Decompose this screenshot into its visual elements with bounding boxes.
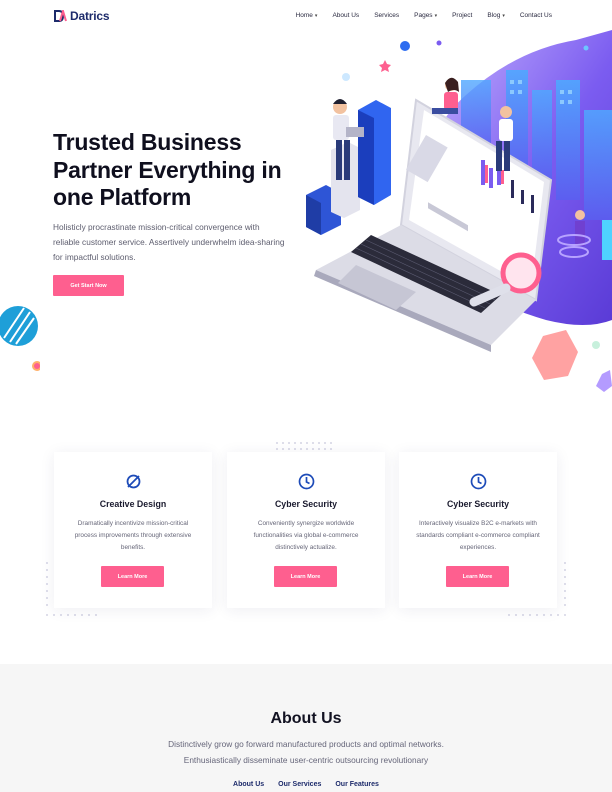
design-icon: [126, 474, 141, 489]
nav-label: Project: [452, 12, 473, 19]
learn-more-button[interactable]: Learn More: [274, 566, 337, 587]
card-title: Cyber Security: [274, 499, 338, 509]
nav-item-home[interactable]: Home ▾: [296, 12, 318, 19]
card-title: Creative Design: [99, 499, 167, 509]
feature-card: Creative Design Dramatically incentivize…: [54, 452, 212, 608]
nav-item-blog[interactable]: Blog ▾: [487, 12, 505, 19]
card-description: Conveniently synergize worldwide functio…: [253, 520, 359, 551]
tab-our-services[interactable]: Our Services: [278, 781, 321, 788]
nav-item-project[interactable]: Project: [452, 12, 472, 19]
nav-label: About Us: [332, 12, 360, 19]
feature-card: Cyber Security Conveniently synergize wo…: [227, 452, 385, 608]
caret-down-icon: ▾: [314, 12, 318, 19]
hero-illustration: [306, 30, 612, 392]
dot-pattern: [276, 442, 332, 450]
nav-label: Pages: [414, 12, 433, 19]
learn-more-button[interactable]: Learn More: [101, 566, 164, 587]
hero-title: Trusted Business Partner Everything in o…: [53, 129, 282, 210]
nav-label: Services: [374, 12, 400, 19]
nav-label: Contact Us: [519, 12, 552, 19]
clock-icon: [470, 473, 487, 490]
main-menu: Home ▾ About Us Services Pages ▾ Project B…: [296, 12, 552, 19]
logo-icon: [54, 10, 67, 22]
caret-down-icon: ▾: [502, 12, 505, 19]
get-started-button[interactable]: Get Start Now: [53, 275, 124, 296]
nav-label: Blog: [487, 12, 501, 19]
feature-card: Cyber Security Interactively visualize B…: [399, 452, 557, 608]
about-section: About Us Distinctively grow go forward m…: [0, 664, 612, 792]
nav-item-pages[interactable]: Pages ▾: [414, 12, 437, 19]
learn-more-button[interactable]: Learn More: [446, 566, 509, 587]
nav-item-contact[interactable]: Contact Us: [520, 12, 552, 19]
about-tabs: About Us Our Services Our Features: [0, 781, 612, 788]
caret-down-icon: ▾: [434, 12, 438, 19]
decorative-circle-left: [0, 306, 40, 371]
card-description: Interactively visualize B2C e-markets wi…: [416, 520, 540, 551]
brand-logo[interactable]: Datrics: [54, 9, 109, 23]
nav-item-services[interactable]: Services: [374, 12, 399, 19]
nav-item-about[interactable]: About Us: [332, 12, 359, 19]
tab-our-features[interactable]: Our Features: [335, 781, 379, 788]
card-title: Cyber Security: [446, 499, 510, 509]
about-title: About Us: [270, 710, 342, 727]
tab-about-us[interactable]: About Us: [233, 781, 264, 788]
nav-label: Home: [295, 12, 313, 19]
top-navbar: Datrics Home ▾ About Us Services Pages ▾ P…: [0, 0, 612, 34]
brand-name: Datrics: [70, 9, 110, 23]
hero-description: Holisticly procrastinate mission-critica…: [53, 222, 285, 262]
clock-icon: [298, 473, 315, 490]
card-description: Dramatically incentivize mission-critica…: [74, 520, 192, 551]
about-text: Distinctively grow go forward manufactur…: [168, 739, 444, 765]
